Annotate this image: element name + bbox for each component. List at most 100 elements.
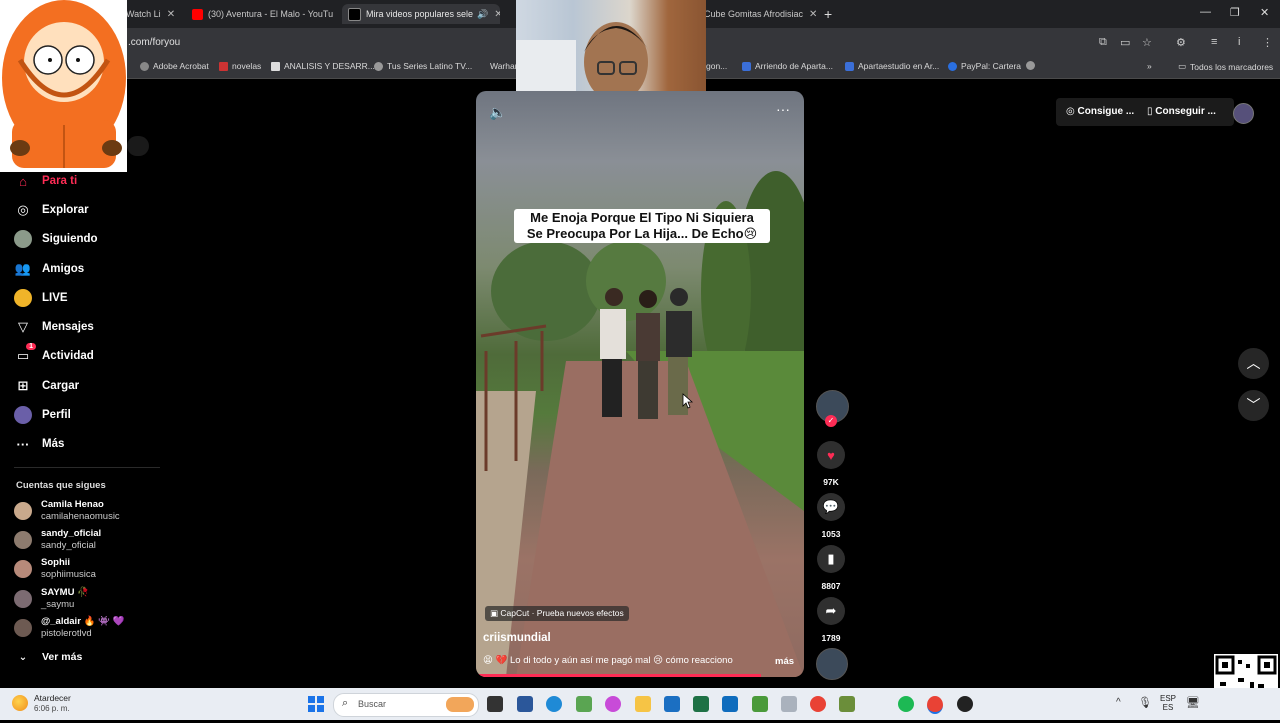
chrome-icon[interactable] xyxy=(810,696,826,712)
close-tab-icon[interactable]: ✕ xyxy=(333,9,338,20)
bookmark-item[interactable]: Tus Series Latino TV... xyxy=(374,61,472,71)
previous-video-button[interactable]: ︿ xyxy=(1238,348,1269,379)
get-coins-button[interactable]: ◎ Consigue ... xyxy=(1066,106,1134,117)
account-item[interactable]: Sophii sophiimusica xyxy=(14,557,96,581)
address-bar[interactable]: .com/foryou xyxy=(128,37,180,48)
globe-bookmark[interactable] xyxy=(1026,61,1039,70)
app-icon[interactable] xyxy=(781,696,797,712)
translate-icon[interactable]: ⧉ xyxy=(1099,36,1107,49)
nav-label: Amigos xyxy=(42,263,85,275)
video-player[interactable]: 🔈 ··· ▣ CapCut · Prueba nuevos efectos c… xyxy=(476,91,804,677)
microphone-icon[interactable]: 🎙 xyxy=(1138,696,1152,709)
bookmark-item[interactable]: Arriendo de Aparta... xyxy=(742,61,833,71)
all-bookmarks[interactable]: ▭ Todos los marcadores xyxy=(1178,61,1273,72)
volume-icon[interactable]: 🔈 xyxy=(489,104,506,121)
bookmark-item[interactable]: PayPal: Cartera xyxy=(948,61,1021,71)
account-item[interactable]: @_aldair 🔥 👾 💜 pistolerotlvd xyxy=(14,616,124,640)
nav-explorar[interactable]: ◎ Explorar xyxy=(14,199,88,221)
video-description: 😫 💔 Lo di todo y aún así me pagó mal 😢 c… xyxy=(483,655,733,666)
comment-action[interactable]: 💬 1053 xyxy=(817,493,845,539)
share-action[interactable]: ➦ 1789 xyxy=(817,597,845,643)
nav-amigos[interactable]: 👥 Amigos xyxy=(14,258,84,280)
music-disc-avatar[interactable] xyxy=(816,648,848,680)
user-avatar[interactable] xyxy=(1233,103,1254,124)
clock-label[interactable]: 6:06 p. m. xyxy=(34,704,70,713)
edge-icon[interactable] xyxy=(546,696,562,712)
nav-perfil[interactable]: Perfil xyxy=(14,404,71,426)
restore-icon[interactable]: ❐ xyxy=(1230,6,1240,19)
star-icon[interactable]: ☆ xyxy=(1142,36,1152,49)
windows-start-icon[interactable] xyxy=(308,696,324,712)
share-icon[interactable]: ➦ xyxy=(817,597,845,625)
copilot-icon[interactable] xyxy=(605,696,621,712)
profile-icon[interactable]: i xyxy=(1238,36,1240,48)
language-indicator[interactable]: ESP ES xyxy=(1160,694,1176,712)
minimize-icon[interactable]: — xyxy=(1200,6,1211,18)
tab-3-active[interactable]: Mira videos populares sele 🔊 ✕ xyxy=(342,4,500,24)
capcut-label[interactable]: ▣ CapCut · Prueba nuevos efectos xyxy=(485,606,629,621)
excel-icon[interactable] xyxy=(693,696,709,712)
bookmark-item[interactable]: ANALISIS Y DESARR... xyxy=(271,61,375,71)
account-item[interactable]: SAYMU 🥀 _saymu xyxy=(14,587,89,611)
word-icon[interactable] xyxy=(517,696,533,712)
see-more-button[interactable]: ⌄ Ver más xyxy=(14,646,83,668)
follow-check-icon[interactable]: ✓ xyxy=(825,415,837,427)
next-video-button[interactable]: ﹀ xyxy=(1238,390,1269,421)
video-author[interactable]: criismundial xyxy=(483,632,551,644)
close-tab-icon[interactable]: ✕ xyxy=(161,9,180,20)
speaker-icon[interactable]: 🔊 xyxy=(477,9,488,20)
more-options-icon[interactable]: ··· xyxy=(776,101,790,117)
nav-siguiendo[interactable]: Siguiendo xyxy=(14,228,98,250)
weather-label[interactable]: Atardecer xyxy=(34,693,71,703)
close-tab-icon[interactable]: ✕ xyxy=(803,9,822,20)
nav-para-ti[interactable]: ⌂ Para ti xyxy=(14,170,77,192)
bookmark-item[interactable]: gon... xyxy=(706,61,727,71)
obs-icon[interactable] xyxy=(957,696,973,712)
tab-2[interactable]: (30) Aventura - El Malo - YouTu ✕ xyxy=(186,4,338,24)
store-icon[interactable] xyxy=(664,696,680,712)
taskbar-search[interactable]: ⌕ Buscar xyxy=(333,693,479,717)
video-frame-image xyxy=(476,171,804,677)
comment-icon[interactable]: 💬 xyxy=(817,493,845,521)
task-view-icon[interactable] xyxy=(487,696,503,712)
media-icon[interactable]: ≡ xyxy=(1211,36,1217,48)
bookmark-item[interactable]: Apartaestudio en Ar... xyxy=(845,61,939,71)
account-item[interactable]: Camila Henao camilahenaomusic xyxy=(14,499,120,523)
tab-1[interactable]: Watch Li ✕ xyxy=(126,4,180,24)
account-item[interactable]: sandy_oficial sandy_oficial xyxy=(14,528,101,552)
nav-mensajes[interactable]: ▽ Mensajes xyxy=(14,316,94,338)
heart-icon[interactable]: ♥ xyxy=(817,441,845,469)
close-window-icon[interactable]: ✕ xyxy=(1260,6,1269,19)
nav-actividad[interactable]: ▭ 1 Actividad xyxy=(14,343,94,367)
tray-chevron-icon[interactable]: ^ xyxy=(1116,697,1121,708)
bookmark-item[interactable]: Adobe Acrobat xyxy=(140,61,209,71)
home-icon: ⌂ xyxy=(19,173,27,189)
nav-live[interactable]: LIVE xyxy=(14,287,68,309)
nav-mas[interactable]: ··· Más xyxy=(14,433,65,455)
like-action[interactable]: ♥ 97K xyxy=(817,441,845,487)
get-app-button[interactable]: ▯ Conseguir ... xyxy=(1147,106,1216,117)
progress-bar[interactable] xyxy=(476,674,761,677)
more-text-button[interactable]: más xyxy=(775,656,794,667)
app-icon[interactable] xyxy=(576,696,592,712)
cast-icon[interactable]: ▭ xyxy=(1120,36,1130,49)
new-tab-icon[interactable]: + xyxy=(824,4,832,24)
close-tab-icon[interactable]: ✕ xyxy=(488,9,500,20)
tab-4[interactable]: Cube Gomitas Afrodisiac ✕ xyxy=(704,4,822,24)
extensions-icon[interactable]: ⚙ xyxy=(1176,36,1186,49)
minecraft-icon[interactable] xyxy=(752,696,768,712)
menu-icon[interactable]: ⋮ xyxy=(1262,36,1273,49)
bookmark-item[interactable]: novelas xyxy=(219,61,261,71)
file-explorer-icon[interactable] xyxy=(635,696,651,712)
game-icon[interactable] xyxy=(839,696,855,712)
overflow-chevron-icon[interactable]: » xyxy=(1147,61,1152,71)
folder-icon: ▭ xyxy=(1178,61,1187,71)
spotify-icon[interactable] xyxy=(898,696,914,712)
network-icon[interactable]: 🖥 xyxy=(1186,696,1200,709)
search-pill[interactable] xyxy=(127,136,149,156)
outlook-icon[interactable] xyxy=(722,696,738,712)
save-action[interactable]: ▮ 8807 xyxy=(817,545,845,591)
nav-cargar[interactable]: ⊞ Cargar xyxy=(14,375,80,397)
chrome-active-icon[interactable] xyxy=(927,696,943,714)
bookmark-icon[interactable]: ▮ xyxy=(817,545,845,573)
